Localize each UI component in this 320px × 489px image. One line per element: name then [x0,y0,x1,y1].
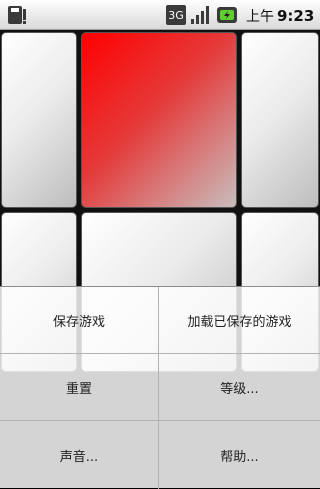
menu-item-label: 保存游戏 [52,315,105,330]
menu-item-sound[interactable]: 声音... [0,421,158,489]
clock-time: 9:23 [277,7,315,25]
menu-item-label: 帮助... [220,449,259,465]
status-bar: 3G 上午 9:23 [0,0,320,30]
menu-item-label: 重置 [65,382,92,397]
battery-charging-icon [217,7,237,23]
options-menu: 保存游戏 加载已保存的游戏 重置 等级... 声音... 帮助... [0,286,320,489]
board-tile[interactable] [1,32,77,208]
menu-item-label: 等级... [220,382,259,397]
menu-item-help[interactable]: 帮助... [159,421,320,489]
board-tile[interactable] [241,32,319,208]
board-tile-active[interactable] [81,32,237,208]
network-type-label: 3G [168,9,184,22]
menu-item-label: 加载已保存的游戏 [187,315,292,330]
menu-item-label: 声音... [59,449,99,465]
sd-card-icon [8,6,26,24]
menu-item-save-game[interactable]: 保存游戏 [0,287,158,354]
menu-item-load-saved-game[interactable]: 加载已保存的游戏 [159,287,320,354]
network-type-icon: 3G [166,5,186,25]
signal-icon [191,6,209,24]
menu-item-level[interactable]: 等级... [159,354,320,421]
clock: 上午 9:23 [246,6,314,26]
clock-ampm: 上午 [246,9,274,25]
menu-item-reset[interactable]: 重置 [0,354,158,421]
